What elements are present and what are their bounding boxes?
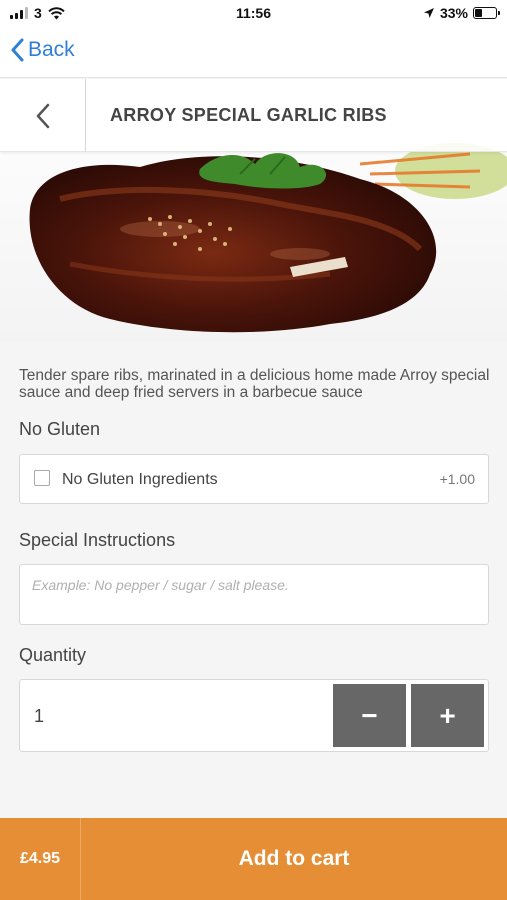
option-price: +1.00 — [439, 471, 475, 487]
cart-price: £4.95 — [0, 818, 81, 900]
increase-quantity-button[interactable]: + — [411, 684, 484, 747]
title-back-button[interactable] — [0, 79, 86, 152]
page-title: ARROY SPECIAL GARLIC RIBS — [110, 105, 387, 125]
instructions-label: Special Instructions — [19, 530, 176, 550]
battery-icon — [473, 7, 500, 19]
decrease-quantity-button[interactable]: − — [333, 684, 406, 747]
chevron-left-icon — [36, 103, 49, 128]
quantity-label: Quantity — [19, 645, 87, 665]
quantity-stepper: 1 − + — [19, 679, 489, 752]
option-no-gluten[interactable]: No Gluten Ingredients +1.00 — [19, 454, 489, 504]
chevron-left-icon — [11, 38, 24, 62]
options-section-label: No Gluten — [19, 419, 101, 439]
special-instructions-input[interactable] — [19, 564, 489, 625]
quantity-value[interactable]: 1 — [34, 706, 44, 727]
dish-image: ARROY SPECIAL GARLIC RIBS — [0, 79, 507, 342]
status-bar: 3 11:56 33% — [0, 0, 507, 28]
add-to-cart-button[interactable]: Add to cart — [81, 818, 507, 900]
location-arrow-icon — [423, 8, 434, 18]
add-to-cart-bar[interactable]: £4.95 Add to cart — [0, 818, 507, 900]
option-label: No Gluten Ingredients — [62, 471, 218, 488]
back-button[interactable]: Back — [10, 38, 75, 62]
item-description: Tender spare ribs, marinated in a delici… — [19, 367, 490, 401]
navigation-bar: Back — [0, 28, 507, 78]
battery-percent: 33% — [439, 5, 468, 21]
option-checkbox[interactable] — [34, 470, 50, 486]
title-bar: ARROY SPECIAL GARLIC RIBS — [0, 79, 507, 152]
status-right: 33% — [423, 5, 500, 21]
back-button-label: Back — [28, 38, 75, 61]
